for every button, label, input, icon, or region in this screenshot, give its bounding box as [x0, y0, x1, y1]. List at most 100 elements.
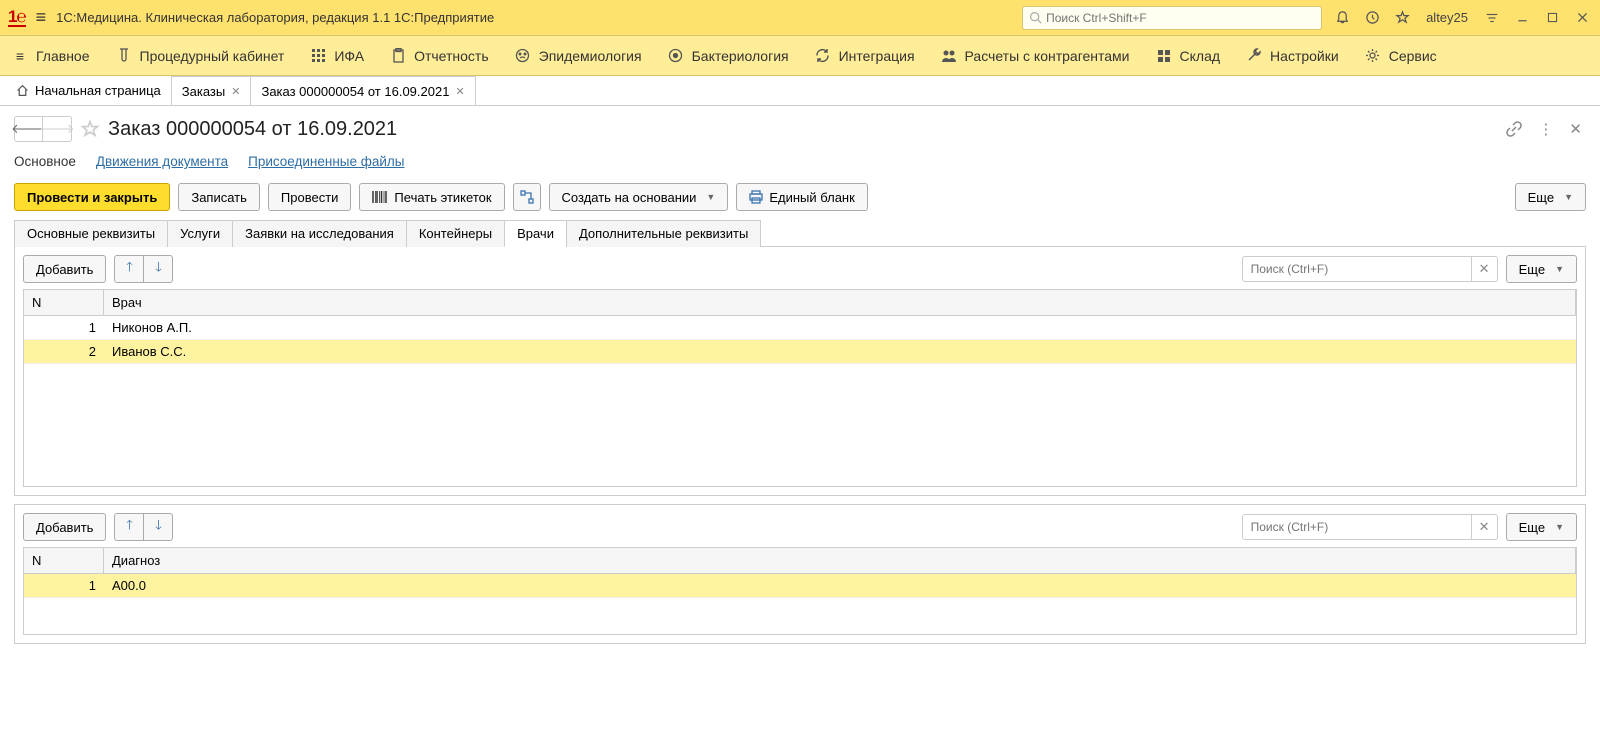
- arrow-up-icon: 🡑: [126, 258, 133, 280]
- nav-tab-orders[interactable]: Заказы ✕: [172, 76, 252, 105]
- boxes-icon: [1156, 48, 1172, 64]
- form-tab-requests[interactable]: Заявки на исследования: [232, 220, 407, 247]
- add-doctor-button[interactable]: Добавить: [23, 255, 106, 283]
- search-clear-icon[interactable]: ✕: [1472, 256, 1498, 282]
- subnav-main[interactable]: Основное: [14, 154, 76, 169]
- menu-contractors[interactable]: Расчеты с контрагентами: [941, 48, 1130, 64]
- more-button[interactable]: Еще ▼: [1515, 183, 1586, 211]
- history-icon[interactable]: [1362, 8, 1382, 28]
- diagnosis-search-input[interactable]: [1242, 514, 1472, 540]
- search-icon: [1029, 11, 1042, 24]
- wrench-icon: [1246, 48, 1262, 64]
- close-panel-icon[interactable]: ✕: [1565, 120, 1586, 138]
- nav-forward-button[interactable]: 🡒: [43, 117, 71, 141]
- star-icon[interactable]: [1392, 8, 1412, 28]
- table-row[interactable]: 1 A00.0: [24, 574, 1576, 598]
- form-tab-extra-req[interactable]: Дополнительные реквизиты: [566, 220, 761, 247]
- move-down-button[interactable]: 🡓: [143, 255, 173, 283]
- move-arrows: 🡑 🡓: [114, 255, 173, 283]
- menu-ifa[interactable]: ИФА: [310, 48, 364, 64]
- move-up-button[interactable]: 🡑: [114, 255, 144, 283]
- menu-epidemiology[interactable]: Эпидемиология: [515, 48, 642, 64]
- nav-home[interactable]: Начальная страница: [6, 76, 172, 105]
- move-arrows: 🡑 🡓: [114, 513, 173, 541]
- create-based-button[interactable]: Создать на основании ▼: [549, 183, 729, 211]
- menu-main[interactable]: ≡ Главное: [12, 48, 90, 64]
- print-labels-button[interactable]: Печать этикеток: [359, 183, 504, 211]
- col-doctor-header[interactable]: Врач: [104, 290, 1576, 315]
- move-down-button[interactable]: 🡓: [143, 513, 173, 541]
- menu-procedure[interactable]: Процедурный кабинет: [116, 48, 285, 64]
- post-and-close-button[interactable]: Провести и закрыть: [14, 183, 170, 211]
- diagnosis-table-header: N Диагноз: [24, 548, 1576, 574]
- add-diagnosis-button[interactable]: Добавить: [23, 513, 106, 541]
- nav-tabs: Начальная страница Заказы ✕ Заказ 000000…: [0, 76, 1600, 106]
- home-icon: [16, 84, 29, 97]
- subnav-movements[interactable]: Движения документа: [96, 154, 228, 169]
- arrow-up-icon: 🡑: [126, 516, 133, 538]
- main-menu-icon[interactable]: ≡: [36, 7, 47, 28]
- close-icon[interactable]: ✕: [455, 85, 464, 98]
- menu-icon: ≡: [12, 48, 28, 64]
- write-button[interactable]: Записать: [178, 183, 260, 211]
- table-row[interactable]: 1 Никонов А.П.: [24, 316, 1576, 340]
- favorite-star-icon[interactable]: [80, 119, 100, 139]
- doctors-search-input[interactable]: [1242, 256, 1472, 282]
- tube-icon: [116, 48, 132, 64]
- kebab-menu-icon[interactable]: ⋮: [1534, 120, 1557, 138]
- bell-icon[interactable]: [1332, 8, 1352, 28]
- global-search[interactable]: [1022, 6, 1322, 30]
- structure-button[interactable]: [513, 183, 541, 211]
- row-n: 1: [24, 316, 104, 339]
- diagnosis-more-label: Еще: [1519, 520, 1545, 535]
- doctors-more-button[interactable]: Еще ▼: [1506, 255, 1577, 283]
- doctors-toolbar: Добавить 🡑 🡓 ✕ Еще ▼: [23, 255, 1577, 283]
- move-up-button[interactable]: 🡑: [114, 513, 144, 541]
- structure-icon: [520, 190, 534, 204]
- menu-integration[interactable]: Интеграция: [815, 48, 915, 64]
- col-n-header[interactable]: N: [24, 548, 104, 573]
- menu-int-label: Интеграция: [839, 48, 915, 64]
- subnav-files[interactable]: Присоединенные файлы: [248, 154, 404, 169]
- menu-warehouse[interactable]: Склад: [1156, 48, 1221, 64]
- diagnosis-more-button[interactable]: Еще ▼: [1506, 513, 1577, 541]
- form-tab-services[interactable]: Услуги: [167, 220, 233, 247]
- post-button[interactable]: Провести: [268, 183, 352, 211]
- table-row[interactable]: 2 Иванов С.С.: [24, 340, 1576, 364]
- nav-home-label: Начальная страница: [35, 83, 161, 98]
- global-search-input[interactable]: [1046, 11, 1315, 25]
- nav-tab-order[interactable]: Заказ 000000054 от 16.09.2021 ✕: [251, 76, 475, 105]
- link-icon[interactable]: [1502, 121, 1526, 137]
- search-clear-icon[interactable]: ✕: [1472, 514, 1498, 540]
- form-tab-doctors[interactable]: Врачи: [504, 220, 567, 247]
- doctors-table-header: N Врач: [24, 290, 1576, 316]
- page-title: Заказ 000000054 от 16.09.2021: [108, 118, 397, 141]
- form-tab-main-req[interactable]: Основные реквизиты: [14, 220, 168, 247]
- form-tab-containers[interactable]: Контейнеры: [406, 220, 505, 247]
- nav-tab-orders-label: Заказы: [182, 84, 225, 99]
- col-n-header[interactable]: N: [24, 290, 104, 315]
- barcode-icon: [372, 190, 388, 204]
- menu-service[interactable]: Сервис: [1365, 48, 1437, 64]
- single-form-button[interactable]: Единый бланк: [736, 183, 867, 211]
- menu-reports-label: Отчетность: [414, 48, 489, 64]
- gear-icon: [1365, 48, 1381, 64]
- close-icon[interactable]: ✕: [231, 85, 240, 98]
- menu-reports[interactable]: Отчетность: [390, 48, 489, 64]
- people-icon: [941, 48, 957, 64]
- menu-ifa-label: ИФА: [334, 48, 364, 64]
- menu-serv-label: Сервис: [1389, 48, 1437, 64]
- doctors-table: N Врач 1 Никонов А.П. 2 Иванов С.С.: [23, 289, 1577, 487]
- col-diag-header[interactable]: Диагноз: [104, 548, 1576, 573]
- filter-icon[interactable]: [1482, 8, 1502, 28]
- chevron-down-icon: ▼: [1564, 192, 1573, 202]
- minimize-icon[interactable]: [1512, 8, 1532, 28]
- close-window-icon[interactable]: [1572, 8, 1592, 28]
- maximize-icon[interactable]: [1542, 8, 1562, 28]
- nav-arrows: 🡐 🡒: [14, 116, 72, 142]
- menu-settings[interactable]: Настройки: [1246, 48, 1339, 64]
- row-val: Никонов А.П.: [104, 316, 1576, 339]
- user-label[interactable]: altey25: [1426, 10, 1468, 25]
- menu-bacteriology[interactable]: Бактериология: [668, 48, 789, 64]
- titlebar: 1℮ ≡ 1С:Медицина. Клиническая лаборатори…: [0, 0, 1600, 36]
